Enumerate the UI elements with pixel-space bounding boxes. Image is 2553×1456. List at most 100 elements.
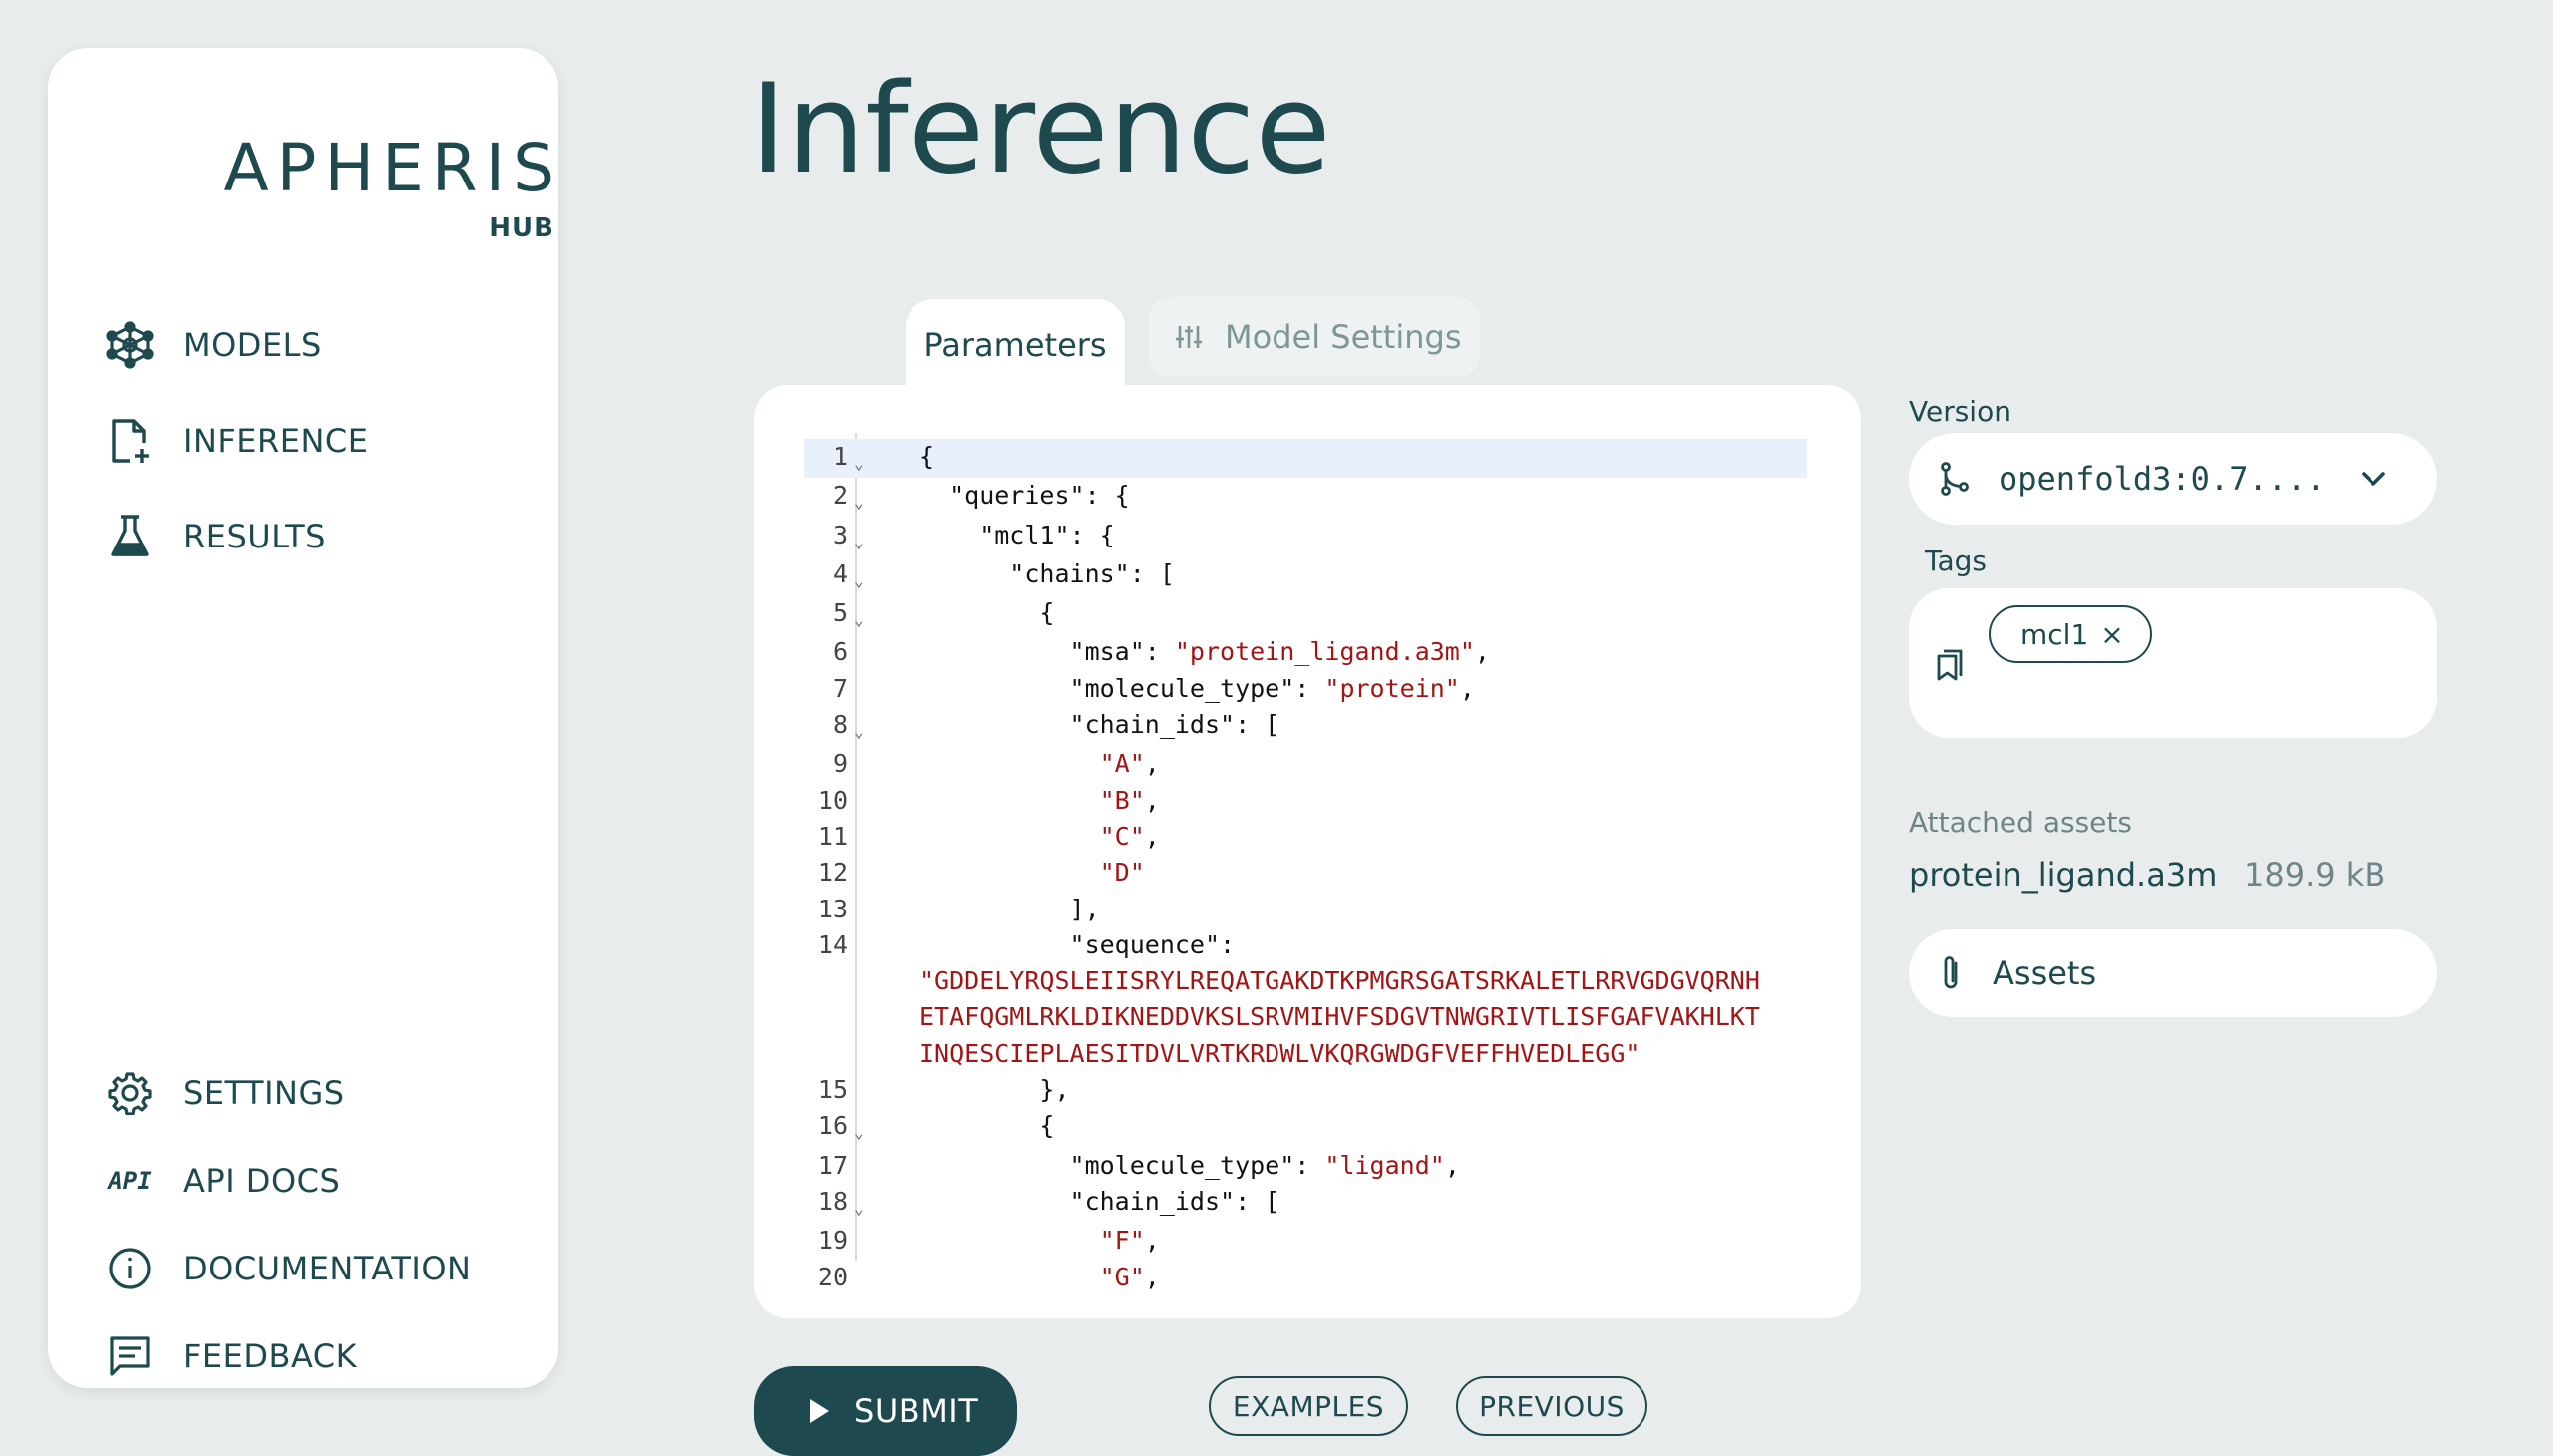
code-text: "mcl1": { (904, 518, 1115, 556)
nav-label-results: RESULTS (183, 518, 326, 555)
code-token: "molecule_type": (919, 1150, 1325, 1180)
code-line[interactable]: 1 ⌄{ (804, 439, 1807, 479)
code-text: "msa": "protein_ligand.a3m", (904, 634, 1490, 670)
nav-item-feedback[interactable]: FEEDBACK (104, 1326, 357, 1386)
fold-chevron-icon[interactable]: ⌄ (854, 610, 864, 629)
code-line-wrap[interactable]: INQESCIEPLAESITDVLVRTKRDWLVKQRGWDGFVEFFH… (804, 1036, 1807, 1072)
code-string: "B" (1099, 785, 1145, 815)
nav-item-api-docs[interactable]: API API DOCS (104, 1151, 340, 1211)
fold-chevron-icon[interactable]: ⌄ (854, 722, 864, 741)
code-token: "chain_ids": [ (919, 1186, 1280, 1216)
code-string: "F" (1099, 1226, 1145, 1256)
version-select[interactable]: openfold3:0.7.... (1909, 433, 2437, 525)
line-number-value: 8 (832, 710, 848, 740)
nav-item-inference[interactable]: INFERENCE (104, 411, 368, 471)
previous-button[interactable]: PREVIOUS (1456, 1376, 1647, 1436)
line-number-value: 20 (817, 1262, 848, 1291)
code-text: "molecule_type": "protein", (904, 671, 1475, 707)
code-line[interactable]: 14 "sequence": (804, 927, 1807, 963)
line-number-value: 2 (832, 481, 848, 511)
nav-item-results[interactable]: RESULTS (104, 507, 326, 566)
tab-model-settings[interactable]: Model Settings (1149, 297, 1480, 377)
assets-button[interactable]: Assets (1909, 929, 2437, 1017)
code-text: "D" (904, 855, 1145, 891)
code-line[interactable]: 13 ], (804, 892, 1807, 927)
json-editor[interactable]: 1 ⌄{2 ⌄ "queries": { 3 ⌄ "mcl1": {4 ⌄ "chains… (754, 385, 1861, 1318)
code-lines[interactable]: 1 ⌄{2 ⌄ "queries": { 3 ⌄ "mcl1": {4 ⌄ "chains… (804, 439, 1807, 1295)
code-text: "B", (904, 783, 1160, 819)
code-token: { (919, 598, 1055, 628)
fold-chevron-icon[interactable]: ⌄ (854, 454, 864, 473)
code-text: "chains": [ (904, 556, 1175, 595)
line-number: 13 (804, 892, 904, 927)
version-value: openfold3:0.7.... (1999, 460, 2326, 498)
nav-item-documentation[interactable]: DOCUMENTATION (104, 1239, 471, 1298)
nav-label-inference: INFERENCE (183, 422, 369, 460)
code-line[interactable]: 7 "molecule_type": "protein", (804, 671, 1807, 707)
fold-chevron-icon[interactable]: ⌄ (854, 533, 864, 551)
code-line-wrap[interactable]: ETAFQGMLRKLDIKNEDDVKSLSRVMIHVFSDGVTNWGRI… (804, 999, 1807, 1035)
fold-chevron-icon[interactable]: ⌄ (854, 493, 864, 512)
line-number: 12 (804, 855, 904, 891)
tag-chip: mcl1 × (1989, 605, 2152, 663)
code-punct: , (1144, 1226, 1160, 1256)
code-string: "A" (1099, 749, 1145, 779)
code-token: }, (919, 1075, 1070, 1105)
asset-file-size: 189.9 kB (2244, 856, 2386, 894)
fold-chevron-icon[interactable]: ⌄ (854, 1123, 864, 1142)
code-line[interactable]: 8 ⌄ "chain_ids": [ (804, 707, 1807, 746)
code-line[interactable]: 16 ⌄ { (804, 1108, 1807, 1147)
code-line[interactable]: 11 "C", (804, 819, 1807, 855)
fold-chevron-icon[interactable]: ⌄ (854, 571, 864, 590)
submit-button[interactable]: SUBMIT (754, 1366, 1017, 1456)
code-text: "F", (904, 1223, 1160, 1259)
nav-item-settings[interactable]: SETTINGS (104, 1063, 345, 1123)
line-number-value: 6 (832, 637, 848, 667)
assets-button-label: Assets (1993, 954, 2097, 992)
code-line[interactable]: 5 ⌄ { (804, 595, 1807, 634)
code-line[interactable]: 19 "F", (804, 1223, 1807, 1259)
code-line[interactable]: 10 "B", (804, 783, 1807, 819)
fold-chevron-icon[interactable]: ⌄ (854, 1199, 864, 1218)
line-number-value: 9 (832, 749, 848, 779)
line-number-value: 12 (817, 858, 848, 888)
code-text: "C", (904, 819, 1160, 855)
code-line[interactable]: 4 ⌄ "chains": [ (804, 556, 1807, 595)
code-string: "D" (1099, 858, 1145, 888)
info-icon (104, 1243, 156, 1294)
line-number: 9 (804, 746, 904, 782)
page-title: Inference (750, 58, 1331, 201)
code-text: "chain_ids": [ (904, 1184, 1280, 1223)
close-icon[interactable]: × (2100, 618, 2123, 651)
brand-name: APHERIS (223, 130, 562, 206)
code-line[interactable]: 17 "molecule_type": "ligand", (804, 1148, 1807, 1184)
code-string: "G" (1099, 1262, 1145, 1291)
tab-model-settings-label: Model Settings (1225, 318, 1462, 356)
attached-assets-label: Attached assets (1909, 806, 2132, 839)
code-line[interactable]: 18 ⌄ "chain_ids": [ (804, 1184, 1807, 1223)
code-line[interactable]: 6 "msa": "protein_ligand.a3m", (804, 634, 1807, 670)
code-line[interactable]: 3 ⌄ "mcl1": { (804, 518, 1807, 556)
play-icon (808, 1398, 830, 1424)
branch-icon (1939, 461, 1971, 497)
code-token: "queries": { (919, 481, 1130, 511)
nav-item-models[interactable]: MODELS (104, 315, 322, 375)
code-string: "GDDELYRQSLEIISRYLREQATGAKDTKPMGRSGATSRK… (919, 966, 1760, 996)
logo[interactable]: APHERIS HUB (183, 96, 562, 245)
code-token: "mcl1": { (919, 520, 1115, 549)
tags-field[interactable]: mcl1 × (1909, 588, 2437, 738)
asset-file-name[interactable]: protein_ligand.a3m (1909, 856, 2217, 894)
tab-parameters[interactable]: Parameters (906, 299, 1125, 391)
code-line[interactable]: 9 "A", (804, 746, 1807, 782)
line-number-value: 7 (832, 673, 848, 703)
code-line[interactable]: 20 "G", (804, 1260, 1807, 1295)
code-line[interactable]: 2 ⌄ "queries": { (804, 478, 1807, 517)
examples-button[interactable]: EXAMPLES (1209, 1376, 1408, 1436)
code-line[interactable]: 15 }, (804, 1072, 1807, 1108)
code-line[interactable]: 12 "D" (804, 855, 1807, 891)
nav-label-api-docs: API DOCS (183, 1162, 341, 1200)
code-line-wrap[interactable]: "GDDELYRQSLEIISRYLREQATGAKDTKPMGRSGATSRK… (804, 963, 1807, 999)
